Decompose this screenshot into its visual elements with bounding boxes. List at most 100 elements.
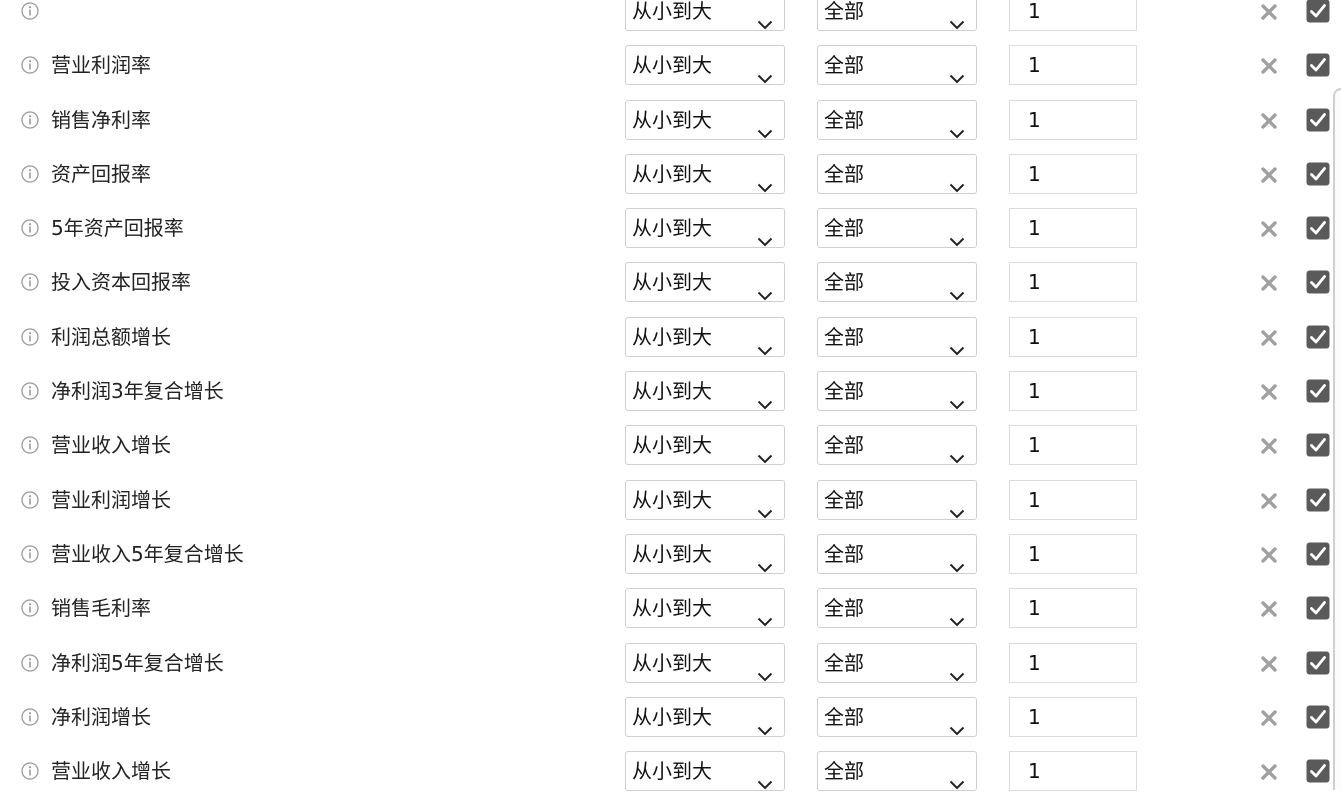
- info-icon[interactable]: [21, 328, 39, 346]
- info-icon[interactable]: [21, 708, 39, 726]
- sort-order-select[interactable]: 从小到大: [625, 316, 785, 357]
- checkbox-checked-icon[interactable]: [1306, 216, 1330, 240]
- checkbox-checked-icon[interactable]: [1306, 108, 1330, 132]
- info-icon[interactable]: [21, 2, 39, 20]
- checkbox-checked-icon[interactable]: [1306, 433, 1330, 457]
- sort-order-select[interactable]: 从小到大: [625, 642, 785, 683]
- scope-value: 全部: [824, 433, 864, 458]
- scope-select[interactable]: 全部: [817, 0, 977, 31]
- sort-order-value: 从小到大: [632, 270, 712, 295]
- sort-order-select[interactable]: 从小到大: [625, 99, 785, 140]
- weight-input[interactable]: 1: [1009, 425, 1137, 466]
- checkbox-checked-icon[interactable]: [1306, 488, 1330, 512]
- checkbox-checked-icon[interactable]: [1306, 651, 1330, 675]
- checkbox-checked-icon[interactable]: [1306, 379, 1330, 403]
- weight-input[interactable]: 1: [1009, 642, 1137, 683]
- sort-order-select[interactable]: 从小到大: [625, 533, 785, 574]
- close-icon[interactable]: [1259, 762, 1279, 782]
- close-icon[interactable]: [1259, 328, 1279, 348]
- info-icon[interactable]: [21, 56, 39, 74]
- scope-select[interactable]: 全部: [817, 153, 977, 194]
- info-icon[interactable]: [21, 273, 39, 292]
- weight-input[interactable]: 1: [1009, 751, 1137, 792]
- close-icon[interactable]: [1259, 436, 1279, 456]
- info-icon[interactable]: [21, 436, 39, 455]
- checkbox-checked-icon[interactable]: [1306, 759, 1330, 783]
- sort-order-select[interactable]: 从小到大: [625, 588, 785, 629]
- weight-input[interactable]: 1: [1009, 153, 1137, 194]
- checkbox-checked-icon[interactable]: [1306, 270, 1330, 294]
- scope-select[interactable]: 全部: [817, 751, 977, 792]
- close-icon[interactable]: [1259, 491, 1279, 511]
- close-icon[interactable]: [1259, 165, 1279, 185]
- scope-select[interactable]: 全部: [817, 479, 977, 520]
- checkbox-checked-icon[interactable]: [1306, 325, 1330, 349]
- info-icon[interactable]: [21, 219, 39, 237]
- close-icon[interactable]: [1259, 111, 1279, 131]
- close-icon[interactable]: [1259, 599, 1279, 619]
- close-icon[interactable]: [1259, 273, 1279, 293]
- sort-order-select[interactable]: 从小到大: [625, 479, 785, 520]
- close-icon[interactable]: [1259, 382, 1279, 402]
- weight-input[interactable]: 1: [1009, 0, 1137, 31]
- sort-order-select[interactable]: 从小到大: [625, 153, 785, 194]
- scope-select[interactable]: 全部: [817, 99, 977, 140]
- weight-input[interactable]: 1: [1009, 696, 1137, 737]
- close-icon[interactable]: [1259, 219, 1279, 239]
- scope-select[interactable]: 全部: [817, 371, 977, 412]
- weight-input[interactable]: 1: [1009, 479, 1137, 520]
- info-icon[interactable]: [21, 110, 39, 129]
- weight-input[interactable]: 1: [1009, 371, 1137, 412]
- scope-select[interactable]: 全部: [817, 642, 977, 683]
- info-icon[interactable]: [21, 653, 39, 672]
- checkbox-checked-icon[interactable]: [1306, 542, 1330, 566]
- scope-select[interactable]: 全部: [817, 425, 977, 466]
- info-icon[interactable]: [21, 545, 39, 563]
- sort-order-select[interactable]: 从小到大: [625, 0, 785, 31]
- scope-select[interactable]: 全部: [817, 316, 977, 357]
- scope-select[interactable]: 全部: [817, 588, 977, 629]
- close-icon[interactable]: [1259, 654, 1279, 674]
- scope-value: 全部: [824, 596, 864, 621]
- checkbox-checked-icon[interactable]: [1306, 162, 1330, 186]
- indicator-name: 销售毛利率: [51, 596, 151, 621]
- scope-value: 全部: [824, 107, 864, 132]
- info-icon[interactable]: [21, 762, 39, 780]
- checkbox-checked-icon[interactable]: [1306, 0, 1330, 23]
- chevron-down-icon: [757, 114, 773, 139]
- sort-order-select[interactable]: 从小到大: [625, 45, 785, 86]
- close-icon[interactable]: [1259, 2, 1279, 22]
- sort-order-value: 从小到大: [632, 596, 712, 621]
- scope-select[interactable]: 全部: [817, 696, 977, 737]
- weight-input[interactable]: 1: [1009, 208, 1137, 249]
- sort-order-select[interactable]: 从小到大: [625, 262, 785, 303]
- weight-input[interactable]: 1: [1009, 262, 1137, 303]
- info-icon[interactable]: [21, 165, 39, 183]
- scope-select[interactable]: 全部: [817, 45, 977, 86]
- sort-order-select[interactable]: 从小到大: [625, 751, 785, 792]
- close-icon[interactable]: [1259, 708, 1279, 728]
- info-icon[interactable]: [21, 382, 39, 400]
- checkbox-checked-icon[interactable]: [1306, 596, 1330, 620]
- weight-input[interactable]: 1: [1009, 316, 1137, 357]
- checkbox-checked-icon[interactable]: [1306, 705, 1330, 729]
- scope-select[interactable]: 全部: [817, 262, 977, 303]
- weight-input[interactable]: 1: [1009, 45, 1137, 86]
- info-icon[interactable]: [21, 599, 39, 617]
- indicator-row: 净利润3年复合增长 从小到大 全部 1: [0, 366, 1341, 420]
- sort-order-value: 从小到大: [632, 0, 712, 23]
- scope-select[interactable]: 全部: [817, 533, 977, 574]
- close-icon[interactable]: [1259, 545, 1279, 565]
- sort-order-select[interactable]: 从小到大: [625, 425, 785, 466]
- chevron-down-icon: [757, 276, 773, 301]
- weight-input[interactable]: 1: [1009, 99, 1137, 140]
- sort-order-select[interactable]: 从小到大: [625, 208, 785, 249]
- scope-select[interactable]: 全部: [817, 208, 977, 249]
- checkbox-checked-icon[interactable]: [1306, 53, 1330, 77]
- sort-order-select[interactable]: 从小到大: [625, 696, 785, 737]
- close-icon[interactable]: [1259, 56, 1279, 76]
- weight-input[interactable]: 1: [1009, 533, 1137, 574]
- weight-input[interactable]: 1: [1009, 588, 1137, 629]
- sort-order-select[interactable]: 从小到大: [625, 371, 785, 412]
- info-icon[interactable]: [21, 491, 39, 509]
